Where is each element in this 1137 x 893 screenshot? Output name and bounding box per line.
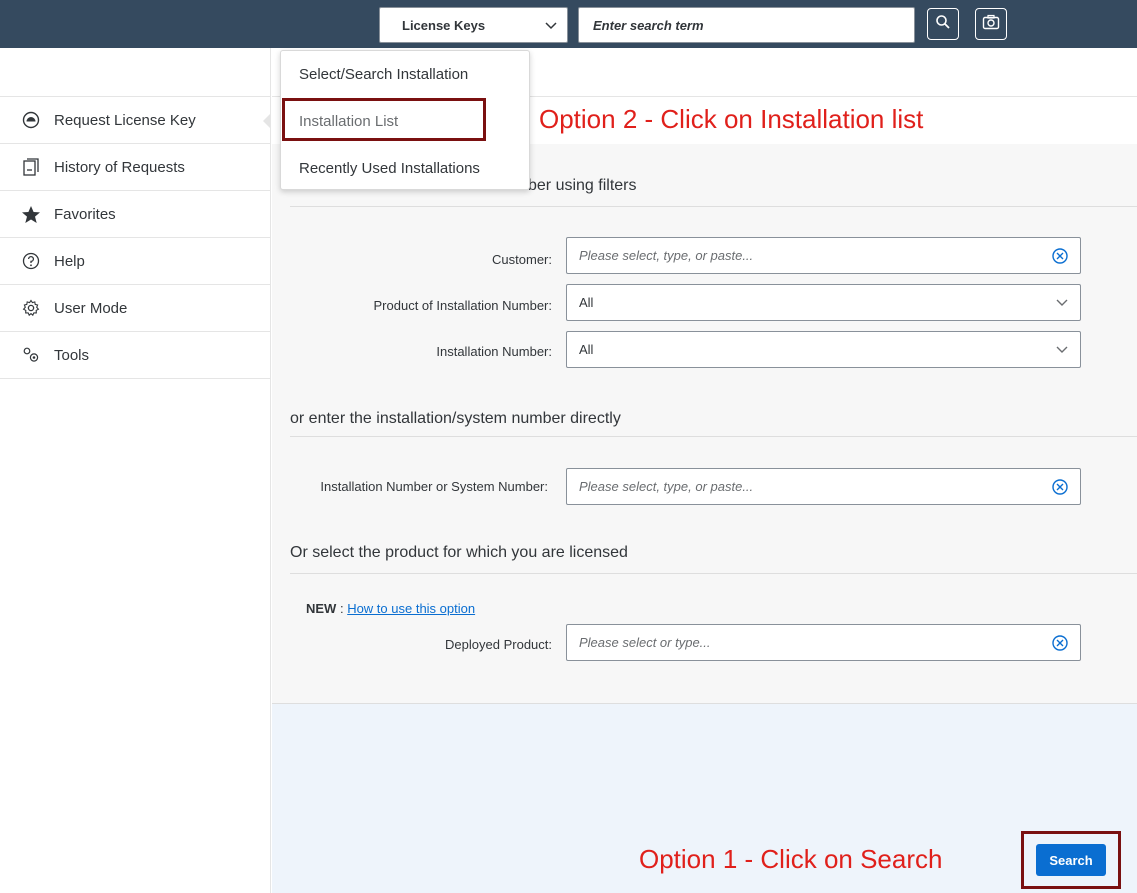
menu-item-select-search-installation[interactable]: Select/Search Installation xyxy=(281,51,529,98)
installation-select[interactable]: All xyxy=(566,331,1081,368)
sidebar-item-label: History of Requests xyxy=(54,158,185,176)
global-search-button[interactable] xyxy=(927,8,959,40)
customer-field[interactable]: Please select, type, or paste... xyxy=(566,237,1081,274)
how-to-use-link[interactable]: How to use this option xyxy=(347,601,475,616)
product-select[interactable]: All xyxy=(566,284,1081,321)
sidebar-item-label: Help xyxy=(54,252,85,270)
sidebar-item-label: User Mode xyxy=(54,299,128,317)
new-prefix: NEW xyxy=(306,601,337,616)
global-search-field[interactable] xyxy=(578,7,915,43)
product-section-title: Or select the product for which you are … xyxy=(290,544,628,561)
deployed-product-field[interactable]: Please select or type... xyxy=(566,624,1081,661)
gear-icon xyxy=(20,299,42,317)
annotation-option-1: Option 1 - Click on Search xyxy=(639,844,943,874)
installation-or-system-number-field[interactable]: Please select, type, or paste... xyxy=(566,468,1081,505)
menu-item-recently-used-installations[interactable]: Recently Used Installations xyxy=(281,145,529,192)
sidebar-item-label: Favorites xyxy=(54,205,116,223)
sidebar-item-label: Tools xyxy=(54,346,90,364)
installation-value: All xyxy=(579,342,594,357)
sidebar-item-tools[interactable]: Tools xyxy=(0,332,270,379)
product-label: Product of Installation Number: xyxy=(373,298,552,313)
annotation-highlight-installation-list xyxy=(282,98,486,141)
shell-bar: License Keys xyxy=(0,0,1137,48)
divider xyxy=(290,206,1137,207)
license-key-icon xyxy=(20,111,42,129)
global-search-input[interactable] xyxy=(591,16,902,34)
clear-icon[interactable] xyxy=(1052,478,1068,495)
sidebar-item-favorites[interactable]: Favorites xyxy=(0,191,270,238)
chevron-down-icon xyxy=(545,18,557,33)
barcode-scan-button[interactable] xyxy=(975,8,1007,40)
sidebar-header xyxy=(0,48,270,97)
customer-placeholder: Please select, type, or paste... xyxy=(579,248,754,263)
scope-select[interactable]: License Keys xyxy=(379,7,568,43)
sidebar-item-history-of-requests[interactable]: History of Requests xyxy=(0,144,270,191)
search-button[interactable]: Search xyxy=(1036,844,1106,876)
new-option-hint: NEW : How to use this option xyxy=(306,601,475,616)
customer-label: Customer: xyxy=(492,252,552,267)
search-icon xyxy=(935,14,951,35)
sidebar-item-request-license-key[interactable]: Request License Key xyxy=(0,97,271,144)
divider xyxy=(290,573,1137,574)
direct-section-title: or enter the installation/system number … xyxy=(290,410,621,427)
chevron-down-icon xyxy=(1056,346,1068,354)
chevron-down-icon xyxy=(1056,299,1068,307)
history-icon xyxy=(20,158,42,176)
star-icon xyxy=(20,205,42,224)
annotation-option-2: Option 2 - Click on Installation list xyxy=(539,104,924,134)
deployed-placeholder: Please select or type... xyxy=(579,635,711,650)
installation-label: Installation Number: xyxy=(436,344,552,359)
product-value: All xyxy=(579,295,594,310)
scope-select-label: License Keys xyxy=(402,17,486,33)
deployed-product-label: Deployed Product: xyxy=(445,637,552,652)
filters-section-title: ber using filters xyxy=(528,177,637,194)
direct-label: Installation Number or System Number: xyxy=(320,479,548,494)
tools-icon xyxy=(20,346,42,364)
clear-icon[interactable] xyxy=(1052,247,1068,264)
clear-icon[interactable] xyxy=(1052,634,1068,651)
sidebar-item-label: Request License Key xyxy=(54,111,196,129)
sidebar: Request License Key History of Requests … xyxy=(0,48,271,893)
divider xyxy=(290,436,1137,437)
sidebar-item-user-mode[interactable]: User Mode xyxy=(0,285,270,332)
camera-icon xyxy=(982,14,1000,35)
help-icon xyxy=(20,252,42,270)
new-separator: : xyxy=(336,601,348,616)
sidebar-item-help[interactable]: Help xyxy=(0,238,270,285)
direct-placeholder: Please select, type, or paste... xyxy=(579,479,754,494)
